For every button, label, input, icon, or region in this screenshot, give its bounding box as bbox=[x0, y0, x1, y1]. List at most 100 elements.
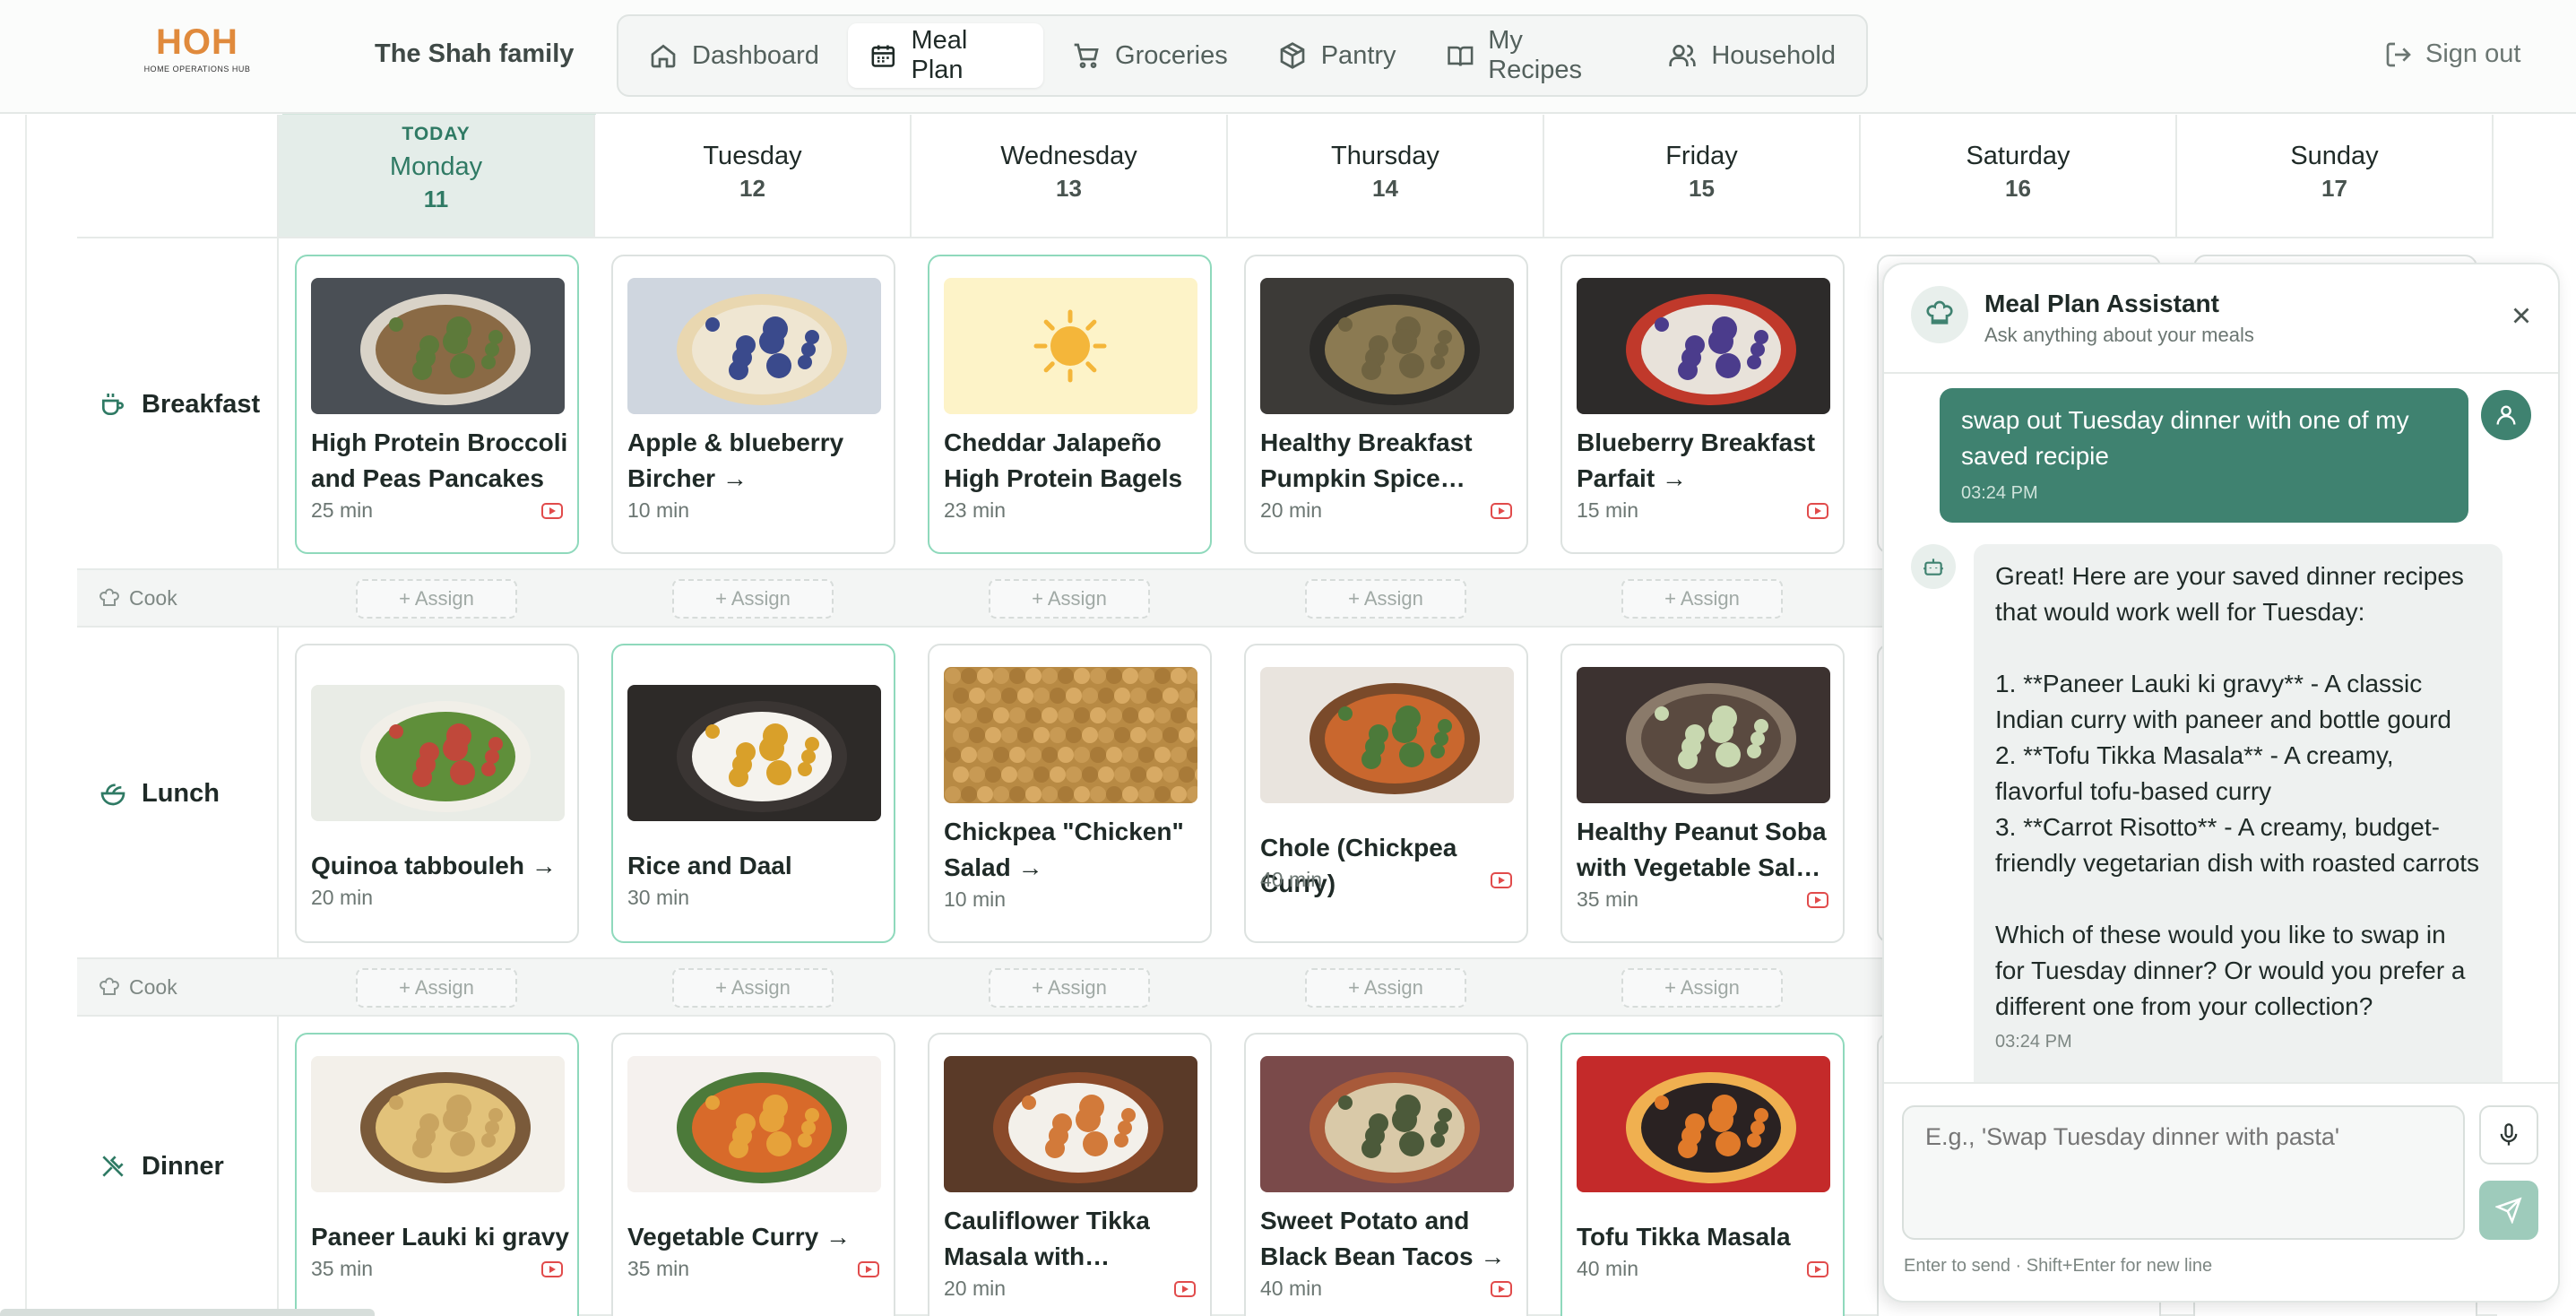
utensils-icon bbox=[102, 1156, 124, 1177]
salad-icon bbox=[100, 784, 125, 806]
nav-dashboard[interactable]: Dashboard bbox=[627, 23, 841, 88]
recipe-title: Blueberry Breakfast Parfait → bbox=[1577, 429, 1816, 492]
recipe-title: Quinoa tabbouleh → bbox=[311, 852, 557, 879]
day-name: Friday bbox=[1665, 142, 1738, 170]
recipe-card[interactable]: Vegetable Curry → 35 min bbox=[611, 1033, 895, 1316]
recipe-title: Healthy Breakfast Pumpkin Spice… bbox=[1260, 429, 1473, 492]
logo-mark: HOH bbox=[156, 22, 238, 62]
recipe-card[interactable]: Apple & blueberry Bircher → 10 min bbox=[611, 255, 895, 554]
recipe-time: 25 min bbox=[311, 498, 374, 522]
close-icon[interactable] bbox=[2508, 302, 2535, 329]
nav-household[interactable]: Household bbox=[1647, 23, 1857, 88]
user-message: swap out Tuesday dinner with one of my s… bbox=[1940, 388, 2468, 523]
recipe-title: High Protein Broccoli and Peas Pancakes bbox=[311, 429, 568, 492]
sign-out-icon bbox=[2386, 42, 2411, 66]
home-icon bbox=[651, 44, 676, 68]
recipe-image bbox=[1260, 1056, 1514, 1192]
nav-meal-plan[interactable]: Meal Plan bbox=[847, 23, 1044, 88]
recipe-image bbox=[944, 667, 1197, 803]
recipe-card[interactable]: Quinoa tabbouleh → 20 min bbox=[295, 644, 579, 943]
assign-cook-button[interactable]: + Assign bbox=[672, 968, 834, 1008]
video-icon bbox=[541, 503, 563, 519]
meal-label-breakfast: Breakfast bbox=[77, 238, 279, 570]
assign-cook-button[interactable]: + Assign bbox=[356, 968, 517, 1008]
assign-cook-button[interactable]: + Assign bbox=[1305, 968, 1466, 1008]
recipe-time: 40 min bbox=[1260, 1277, 1323, 1300]
recipe-card[interactable]: Rice and Daal 30 min bbox=[611, 644, 895, 943]
main-nav: Dashboard Meal Plan Groceries Pantry My … bbox=[617, 14, 1868, 97]
meal-label-dinner: Dinner bbox=[77, 1017, 279, 1316]
recipe-card[interactable]: Chickpea "Chicken" Salad → 10 min bbox=[928, 644, 1212, 943]
chef-hat-icon bbox=[1926, 300, 1953, 325]
day-header-sunday: Sunday 17 bbox=[2177, 115, 2494, 238]
assistant-subtitle: Ask anything about your meals bbox=[1984, 324, 2254, 346]
assign-cook-button[interactable]: + Assign bbox=[1621, 968, 1783, 1008]
day-name: Saturday bbox=[1966, 142, 2070, 170]
coffee-icon bbox=[102, 394, 124, 415]
day-header-wednesday: Wednesday 13 bbox=[912, 115, 1228, 238]
nav-my-recipes[interactable]: My Recipes bbox=[1425, 23, 1640, 88]
assign-cook-button[interactable]: + Assign bbox=[989, 579, 1150, 619]
send-icon bbox=[2495, 1197, 2522, 1224]
day-number: 13 bbox=[1056, 175, 1082, 202]
video-icon bbox=[1174, 1281, 1196, 1297]
day-name: Sunday bbox=[2290, 142, 2379, 170]
assign-cook-button[interactable]: + Assign bbox=[989, 968, 1150, 1008]
nav-pantry[interactable]: Pantry bbox=[1257, 23, 1418, 88]
day-number: 16 bbox=[2005, 175, 2031, 202]
day-header-monday: TODAY Monday 11 bbox=[279, 115, 595, 238]
assign-cook-button[interactable]: + Assign bbox=[356, 579, 517, 619]
assign-cook-button[interactable]: + Assign bbox=[672, 579, 834, 619]
users-icon bbox=[1669, 45, 1697, 66]
user-message-time: 03:24 PM bbox=[1961, 483, 2038, 503]
recipe-card[interactable]: Chole (Chickpea Curry) 40 min bbox=[1244, 644, 1528, 943]
assign-cook-button[interactable]: + Assign bbox=[1305, 579, 1466, 619]
recipe-card[interactable]: Sweet Potato and Black Bean Tacos → 40 mi… bbox=[1244, 1033, 1528, 1316]
recipe-time: 40 min bbox=[1260, 868, 1323, 891]
recipe-time: 35 min bbox=[627, 1257, 690, 1280]
video-icon bbox=[541, 1261, 563, 1277]
sign-out-button[interactable]: Sign out bbox=[2384, 39, 2520, 69]
recipe-image bbox=[1260, 667, 1514, 803]
recipe-image bbox=[944, 1056, 1197, 1192]
send-button[interactable] bbox=[2479, 1181, 2538, 1240]
cart-icon bbox=[1074, 43, 1099, 68]
recipe-time: 20 min bbox=[311, 886, 374, 909]
recipe-time: 23 min bbox=[944, 498, 1007, 522]
video-icon bbox=[1491, 503, 1512, 519]
day-name: Thursday bbox=[1331, 142, 1439, 170]
recipe-title: Tofu Tikka Masala bbox=[1577, 1223, 1791, 1251]
day-header-tuesday: Tuesday 12 bbox=[595, 115, 912, 238]
recipe-card[interactable]: Cauliflower Tikka Masala with… 20 min bbox=[928, 1033, 1212, 1316]
nav-label: Household bbox=[1711, 40, 1836, 70]
user-avatar bbox=[2481, 390, 2531, 440]
meal-label-text: Lunch bbox=[142, 778, 220, 808]
recipe-card[interactable]: Healthy Breakfast Pumpkin Spice… 20 min bbox=[1244, 255, 1528, 554]
day-number: 14 bbox=[1372, 175, 1398, 202]
day-name: Tuesday bbox=[703, 142, 802, 170]
chat-composer: Enter to send · Shift+Enter for new line bbox=[1884, 1082, 2558, 1301]
box-icon bbox=[1280, 42, 1305, 69]
app-logo[interactable]: HOH HOME OPERATIONS HUB bbox=[134, 23, 260, 82]
recipe-title: Healthy Peanut Soba with Vegetable Sal… bbox=[1577, 818, 1827, 881]
chat-input[interactable] bbox=[1902, 1105, 2465, 1240]
recipe-card[interactable]: High Protein Broccoli and Peas Pancakes 2… bbox=[295, 255, 579, 554]
recipe-time: 10 min bbox=[944, 887, 1007, 911]
recipe-card[interactable]: Blueberry Breakfast Parfait → 15 min bbox=[1560, 255, 1845, 554]
recipe-card[interactable]: Healthy Peanut Soba with Vegetable Sal… 3… bbox=[1560, 644, 1845, 943]
assign-cook-button[interactable]: + Assign bbox=[1621, 579, 1783, 619]
nav-label: My Recipes bbox=[1488, 26, 1582, 84]
recipe-card[interactable]: Cheddar Jalapeño High Protein Bagels 23 m… bbox=[928, 255, 1212, 554]
recipe-image bbox=[1577, 278, 1830, 414]
day-number: 17 bbox=[2321, 175, 2347, 202]
recipe-card[interactable]: Tofu Tikka Masala 40 min bbox=[1560, 1033, 1845, 1316]
nav-groceries[interactable]: Groceries bbox=[1050, 23, 1249, 88]
recipe-image bbox=[311, 1056, 565, 1192]
microphone-button[interactable] bbox=[2479, 1105, 2538, 1164]
recipe-time: 10 min bbox=[627, 498, 690, 522]
today-label: TODAY bbox=[402, 124, 471, 144]
logo-subtitle: HOME OPERATIONS HUB bbox=[143, 65, 251, 74]
day-number: 11 bbox=[423, 186, 449, 212]
recipe-card[interactable]: Paneer Lauki ki gravy 35 min bbox=[295, 1033, 579, 1316]
video-icon bbox=[1491, 1281, 1512, 1297]
